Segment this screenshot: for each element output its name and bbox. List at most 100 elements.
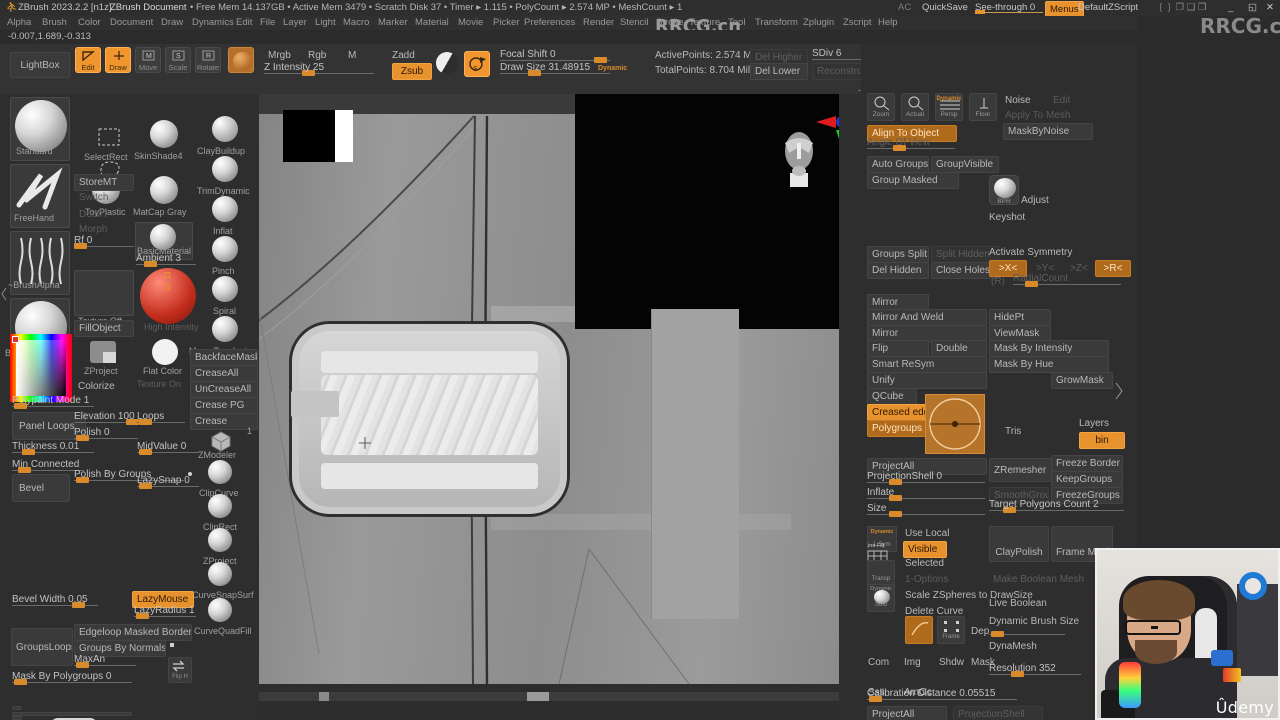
del-lower-button[interactable]: Del Lower [750,63,808,80]
matcapgray-icon[interactable] [150,176,178,204]
stroke-button[interactable]: S [464,51,490,77]
timeline-handle[interactable] [527,692,549,701]
zscript-label[interactable]: DefaultZScript [1078,2,1138,13]
menu-item[interactable]: Marker [378,17,408,28]
bpr-render-button[interactable]: BPR [989,175,1019,205]
lazyradius-slider[interactable]: LazyRadius 1 [134,605,196,619]
m-toggle[interactable]: M [348,50,356,61]
bin-button[interactable]: bin [1079,432,1125,449]
menu-item[interactable]: Brush [42,17,67,28]
uncreaseall-button[interactable]: UnCreaseAll [190,381,258,398]
img-button[interactable]: Img [904,657,921,668]
webcam-overlay[interactable]: Ûdemy [1095,548,1280,720]
angle-of-view-slider[interactable]: Angle Of View [867,137,955,151]
projectionshell2-button[interactable]: ProjectionShell [953,706,1043,720]
persp-button[interactable]: Dynamic Persp [935,93,963,121]
curve-mode-button[interactable] [905,616,933,644]
projectionshell-slider[interactable]: ProjectionShell 0 [867,471,985,485]
spiral-icon[interactable] [212,276,238,302]
flip-h-button[interactable]: Flip H [168,657,192,683]
noise-button[interactable]: Noise [1005,95,1031,106]
size-slider[interactable]: Size [867,503,985,517]
maskbynoise-button[interactable]: MaskByNoise [1003,123,1093,140]
bevel-width-slider[interactable]: Bevel Width 0.05 [12,594,98,608]
shdw-button[interactable]: Shdw [939,657,964,668]
color-picker-hue[interactable] [10,334,72,402]
lightbox-button[interactable]: LightBox [10,52,70,78]
transp-button[interactable]: Transp [867,560,895,586]
creased-edges-toggle[interactable]: Creased edges [867,404,931,421]
left-tray-handle[interactable] [0,274,8,314]
axis-gizmo-icon[interactable] [814,112,839,156]
palette-scroll-arrow-icon[interactable] [1113,379,1125,403]
zsub-toggle[interactable]: Zsub [392,63,432,80]
menu-item[interactable]: Document [110,17,153,28]
alpha-yinyang-icon[interactable] [436,52,458,74]
frame-button[interactable]: Frame [937,616,965,644]
resolution-slider[interactable]: Resolution 352 [989,663,1081,677]
floor-button[interactable]: Floor [969,93,997,121]
draw-mode-button[interactable]: Draw [105,47,131,73]
flip-button[interactable]: Flip [867,340,929,357]
draw-size-slider[interactable]: Draw Size 31.48915 [500,62,610,76]
smart-resym-button[interactable]: Smart ReSym [867,356,987,373]
actual-button[interactable]: Actual [901,93,929,121]
restore-button[interactable]: ◱ [1248,2,1257,13]
z-intensity-slider[interactable]: Z Intensity 25 [264,62,374,76]
timeline-marker[interactable] [319,692,329,701]
pinch-icon[interactable] [212,236,238,262]
zproject2-icon[interactable] [208,528,232,552]
visible-toggle[interactable]: Visible [903,541,947,558]
fillobject-button[interactable]: FillObject [74,320,134,337]
target-polygons-count-slider[interactable]: Target Polygons Count 2 [989,499,1124,513]
creaseall-button[interactable]: CreaseAll [190,365,258,382]
claybuildup-icon[interactable] [212,116,238,142]
curvequadfill-icon[interactable] [208,598,232,622]
polypaint-mode-slider[interactable]: Polypaint Mode 1 [12,395,94,409]
switch-button[interactable]: Switch [74,189,134,206]
red-material-preview[interactable] [140,268,196,324]
midvalue-slider[interactable]: MidValue 0 [137,441,199,455]
double-button[interactable]: Double [931,340,987,357]
live-boolean-button[interactable]: Live Boolean [989,598,1047,609]
rotate-mode-button[interactable]: R Rotate [195,47,221,73]
del-hidden-button[interactable]: Del Hidden [867,262,929,279]
com-button[interactable]: Com [868,657,889,668]
zadd-toggle[interactable]: Zadd [392,50,415,61]
menu-item[interactable]: Help [878,17,898,28]
activate-symmetry-label[interactable]: Activate Symmetry [989,247,1072,258]
3d-viewport[interactable]: RRCG 人人素材 [259,94,839,684]
bevel-button[interactable]: Bevel [12,474,70,502]
dynamic-flag[interactable]: Dynamic [598,65,627,72]
see-through-track[interactable] [975,12,1043,13]
ambient-slider[interactable]: Ambient 3 [136,253,196,267]
elevation-slider[interactable]: Elevation 100 [74,411,139,425]
keepgroups-button[interactable]: KeepGroups [1051,471,1123,488]
loops-slider[interactable]: Loops [137,411,185,425]
scale-mode-button[interactable]: S Scale [165,47,191,73]
lazysnap-slider[interactable]: LazySnap 0 [137,475,199,489]
qcube-button[interactable]: QCube [867,388,917,405]
move-mode-button[interactable]: M Move [135,47,161,73]
menu-item[interactable]: File [260,17,275,28]
color-picker-sv[interactable] [16,340,66,396]
minimize-button[interactable]: _ [1228,2,1233,13]
dep-label[interactable]: Dep [971,626,989,637]
adjust-button[interactable]: Adjust [1021,195,1049,206]
rf-slider[interactable]: Rf 0 [74,235,134,249]
symmetry-preview[interactable] [925,394,985,454]
apply-to-mesh-button[interactable]: Apply To Mesh [1005,110,1070,121]
menu-item[interactable]: Material [415,17,449,28]
one-options-button[interactable]: 1-Options [905,574,948,585]
menu-item[interactable]: Draw [161,17,183,28]
menu-item[interactable]: Render [583,17,614,28]
mask-by-polygroups-slider[interactable]: Mask By Polygroups 0 [12,671,132,685]
groupvisible-button[interactable]: GroupVisible [931,156,999,173]
zremesher-button[interactable]: ZRemesher [989,458,1059,482]
freeze-border-button[interactable]: Freeze Border [1051,455,1123,472]
menu-item[interactable]: Zplugin [803,17,834,28]
quicksave-button[interactable]: QuickSave [922,2,968,13]
menu-item[interactable]: Alpha [7,17,31,28]
selectrect-icon[interactable] [96,126,124,150]
material-sphere-button[interactable] [228,47,254,73]
